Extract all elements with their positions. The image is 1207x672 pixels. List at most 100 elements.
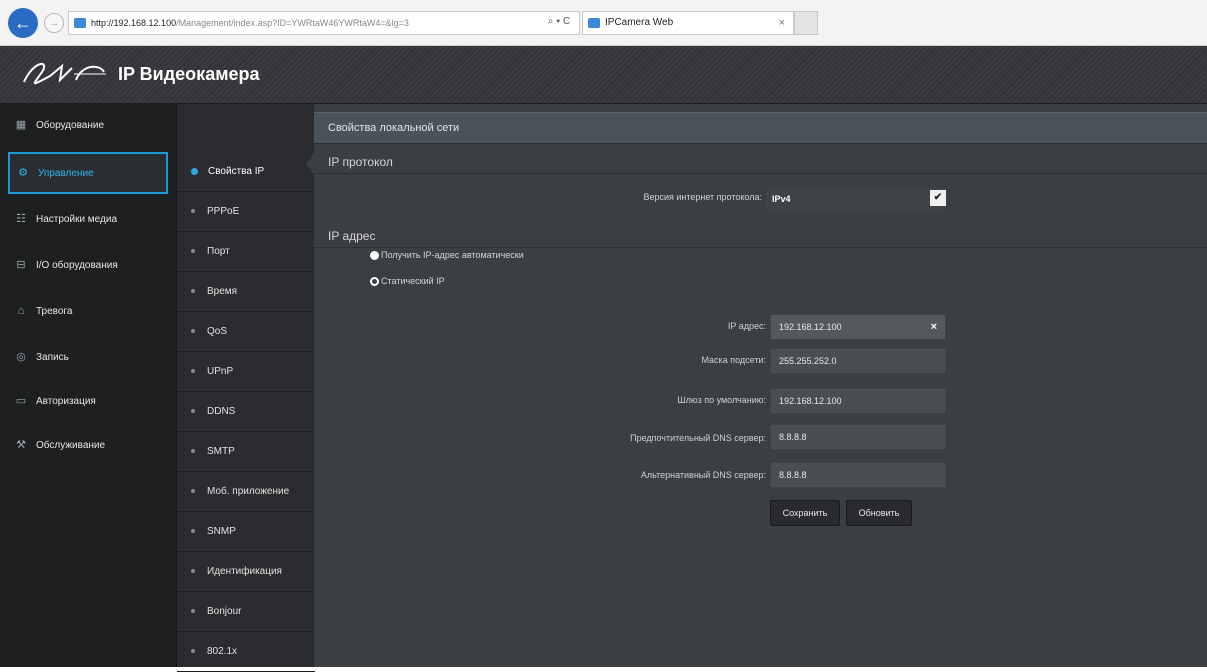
alternate-dns-input[interactable]: 8.8.8.8 [770,462,946,488]
radio-static-ip[interactable]: Статический IP [370,276,445,287]
submenu-item-label: DDNS [207,406,236,417]
gateway-input[interactable]: 192.168.12.100 [770,388,946,414]
monitor-icon: ▭ [15,395,27,407]
bullet-icon [191,369,195,374]
submenu-item-snmp[interactable]: SNMP [177,512,315,552]
network-submenu: Свойства IP PPPoE Порт Время QoS UPnP DD… [176,104,315,672]
sidebar-item-label: Тревога [36,306,73,317]
clear-input-icon[interactable]: × [931,315,937,339]
back-arrow-icon[interactable]: ← [8,8,38,38]
submenu-item-ddns[interactable]: DDNS [177,392,315,432]
submenu-item-label: Свойства IP [208,166,265,177]
sidebar-item-label: Настройки медиа [36,214,118,225]
subnet-mask-value: 255.255.252.0 [779,356,837,366]
address-bar[interactable]: http://192.168.12.100/Management/index.a… [68,11,580,35]
content-panel: Свойства локальной сети IP протокол Верс… [314,104,1207,667]
wrench-icon: ⚒ [16,439,26,451]
submenu-item-pppoe[interactable]: PPPoE [177,192,315,232]
sidebar-item-media-settings[interactable]: ☷ Настройки медиа [0,198,176,240]
submenu-item-label: QoS [207,326,228,337]
submenu-item-bonjour[interactable]: Bonjour [177,592,315,632]
bullet-icon [191,249,195,254]
main-sidebar: ▦ Оборудование ⚙ Управление ☷ Настройки мед… [0,104,176,667]
submenu-item-qos[interactable]: QoS [177,312,315,352]
camera-icon: ▦ [15,119,27,131]
submenu-item-label: Порт [207,246,230,257]
submenu-item-mobile-app[interactable]: Моб. приложение [177,472,315,512]
submenu-item-upnp[interactable]: UPnP [177,352,315,392]
bullet-icon [191,289,195,294]
tab-title: IPCamera Web [605,17,674,28]
preferred-dns-value: 8.8.8.8 [779,432,807,442]
ip-protocol-section-title: IP протокол [314,150,1207,174]
url-path: /Management/index.asp?ID=YWRtaW46YWRtaW4… [176,18,409,28]
radio-ring-icon[interactable] [370,277,379,287]
gear-icon: ⚙ [18,167,28,179]
media-settings-icon: ☷ [16,213,26,225]
submenu-item-label: Моб. приложение [207,486,290,497]
sidebar-item-management[interactable]: ⚙ Управление [8,152,168,194]
sidebar-item-label: Запись [36,352,69,363]
alternate-dns-label: Альтернативный DNS сервер: [640,470,766,480]
bullet-icon [191,569,195,574]
subnet-mask-input[interactable]: 255.255.252.0 [770,348,946,374]
alternate-dns-value: 8.8.8.8 [779,470,807,480]
refresh-button[interactable]: Обновить [846,500,912,526]
sidebar-item-maintenance[interactable]: ⚒ Обслуживание [0,424,176,466]
sidebar-item-label: Обслуживание [36,440,106,451]
radio-static-label: Статический IP [381,276,445,286]
submenu-item-8021x[interactable]: 802.1x [177,632,315,672]
tab-close-icon[interactable]: × [779,12,785,34]
sidebar-item-label: Оборудование [36,120,105,131]
submenu-item-label: Bonjour [207,606,242,617]
submenu-item-ip-properties[interactable]: Свойства IP [177,152,315,192]
bullet-icon [191,209,195,214]
bullet-icon [191,329,195,334]
radio-auto-ip[interactable]: Получить IP-адрес автоматически [370,250,524,261]
sidebar-item-io[interactable]: ⊟ I/O оборудования [0,244,176,286]
submenu-item-label: SMTP [207,446,235,457]
sidebar-item-alarm[interactable]: ⌂ Тревога [0,290,176,332]
panel-title: Свойства локальной сети [314,112,1207,144]
submenu-item-smtp[interactable]: SMTP [177,432,315,472]
app-title: IP Видеокамера [118,64,260,84]
sidebar-item-authorization[interactable]: ▭ Авторизация [0,380,176,422]
page-favicon-icon [74,18,86,28]
submenu-item-identification[interactable]: Идентификация [177,552,315,592]
bullet-icon [191,649,195,654]
browser-tab[interactable]: IPCamera Web × [582,11,794,35]
forward-arrow-icon[interactable]: → [44,13,64,33]
ip-address-label: IP адрес: [727,321,766,331]
ip-version-select[interactable]: IPv4 ✔ [766,188,946,210]
bullet-icon [191,529,195,534]
ip-address-section-title: IP адрес [314,224,1207,248]
submenu-item-port[interactable]: Порт [177,232,315,272]
active-dot-icon [191,167,198,175]
gateway-label: Шлюз по умолчанию: [677,395,766,405]
gateway-value: 192.168.12.100 [779,396,842,406]
app-header: IP Видеокамера [0,46,1207,104]
save-button[interactable]: Сохранить [770,500,840,526]
radio-auto-label: Получить IP-адрес автоматически [381,250,524,260]
bullet-icon [191,449,195,454]
search-refresh-icon[interactable]: ⌕ ▾ C [538,11,580,35]
submenu-item-time[interactable]: Время [177,272,315,312]
radio-dot-icon[interactable] [370,251,379,261]
ip-version-value: IPv4 [772,194,791,204]
preferred-dns-label: Предпочтительный DNS сервер: [630,433,766,443]
preferred-dns-input[interactable]: 8.8.8.8 [770,424,946,450]
sidebar-item-label: I/O оборудования [36,260,118,271]
ip-address-value: 192.168.12.100 [779,322,842,332]
submenu-item-label: UPnP [207,366,234,377]
tab-favicon-icon [588,18,600,28]
url-host: http://192.168.12.100 [91,18,177,28]
bullet-icon [191,609,195,614]
submenu-item-label: Идентификация [207,566,282,577]
chevron-down-icon[interactable]: ✔ [930,190,946,206]
ip-address-input[interactable]: 192.168.12.100 × [770,314,946,340]
record-icon: ◎ [16,351,26,363]
new-tab-button[interactable] [794,11,818,35]
sidebar-item-label: Управление [38,168,94,179]
sidebar-item-hardware[interactable]: ▦ Оборудование [0,104,176,146]
sidebar-item-record[interactable]: ◎ Запись [0,336,176,378]
